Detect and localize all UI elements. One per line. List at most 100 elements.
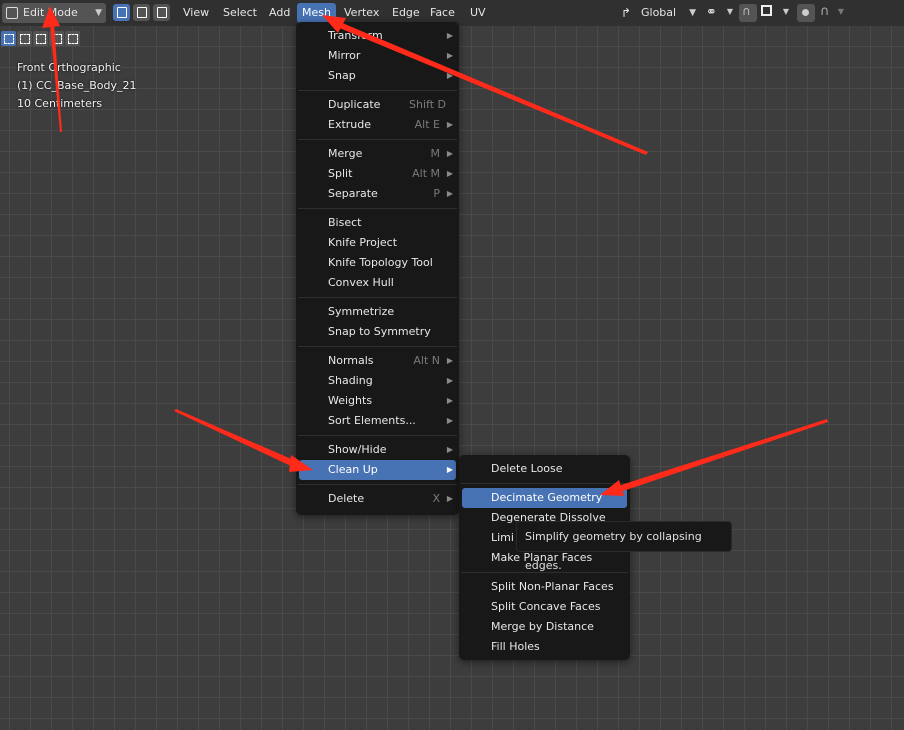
submenu-arrow-icon: ▶ bbox=[446, 31, 453, 40]
submenu-arrow-icon: ▶ bbox=[446, 189, 453, 198]
menu-item-sort-elements[interactable]: Sort Elements... ▶ bbox=[299, 411, 456, 431]
orientation-label: Global bbox=[641, 6, 677, 19]
select-new-button[interactable] bbox=[1, 31, 16, 46]
menu-item-label: Normals bbox=[328, 354, 374, 367]
submenu-arrow-icon: ▶ bbox=[446, 51, 453, 60]
snap-cube-icon bbox=[761, 5, 772, 16]
menu-item-label: Knife Topology Tool bbox=[328, 256, 433, 269]
menu-item-merge[interactable]: Merge M ▶ bbox=[299, 144, 456, 164]
menu-item-split[interactable]: Split Alt M ▶ bbox=[299, 164, 456, 184]
menu-item-shortcut: Alt N bbox=[413, 354, 440, 367]
menu-separator bbox=[298, 484, 457, 485]
menu-item-label: Split Concave Faces bbox=[491, 600, 601, 613]
grid-scale-label: 10 Centimeters bbox=[17, 97, 103, 110]
chevron-down-icon: ▼ bbox=[95, 8, 102, 18]
select-subtract-icon bbox=[36, 34, 46, 44]
menu-item-separate[interactable]: Separate P ▶ bbox=[299, 184, 456, 204]
menu-item-label: Sort Elements... bbox=[328, 414, 416, 427]
menu-item-label: Merge bbox=[328, 147, 363, 160]
select-difference-icon bbox=[52, 34, 62, 44]
menu-item-label: Delete bbox=[328, 492, 365, 505]
menu-item-decimate-geometry[interactable]: Decimate Geometry bbox=[462, 488, 627, 508]
menu-item-symmetrize[interactable]: Symmetrize bbox=[299, 302, 456, 322]
menu-item-split-concave-faces[interactable]: Split Concave Faces bbox=[462, 597, 627, 617]
snap-target-dropdown[interactable]: ▼ bbox=[758, 4, 792, 22]
menu-add[interactable]: Add bbox=[264, 3, 295, 23]
menu-item-delete-loose[interactable]: Delete Loose bbox=[462, 459, 627, 479]
chevron-down-icon: ▼ bbox=[837, 7, 844, 16]
pivot-point-dropdown[interactable]: ⚭ ▼ bbox=[703, 4, 735, 22]
menu-item-snap[interactable]: Snap ▶ bbox=[299, 66, 456, 86]
menu-item-bisect[interactable]: Bisect bbox=[299, 213, 456, 233]
menu-face[interactable]: Face bbox=[425, 3, 460, 23]
transform-orientation-dropdown[interactable]: ↱ Global ▼ bbox=[619, 3, 700, 23]
menu-item-label: Split bbox=[328, 167, 353, 180]
vertex-select-button[interactable] bbox=[113, 4, 130, 21]
menu-item-convex-hull[interactable]: Convex Hull bbox=[299, 273, 456, 293]
submenu-arrow-icon: ▶ bbox=[446, 120, 453, 129]
menu-mesh[interactable]: Mesh bbox=[297, 3, 336, 23]
view-name-label: Front Orthographic bbox=[17, 61, 121, 74]
menu-item-label: Transform bbox=[328, 29, 383, 42]
menu-item-label: Bisect bbox=[328, 216, 362, 229]
object-name-label: (1) CC_Base_Body_21 bbox=[17, 79, 137, 92]
menu-item-label: Fill Holes bbox=[491, 640, 540, 653]
menu-item-split-non-planar-faces[interactable]: Split Non-Planar Faces bbox=[462, 577, 627, 597]
menu-item-knife-topology-tool[interactable]: Knife Topology Tool bbox=[299, 253, 456, 273]
menu-item-merge-by-distance[interactable]: Merge by Distance bbox=[462, 617, 627, 637]
menu-edge[interactable]: Edge bbox=[387, 3, 425, 23]
menu-item-fill-holes[interactable]: Fill Holes bbox=[462, 637, 627, 657]
submenu-arrow-icon: ▶ bbox=[446, 71, 453, 80]
menu-item-mirror[interactable]: Mirror ▶ bbox=[299, 46, 456, 66]
select-extend-button[interactable] bbox=[17, 31, 32, 46]
menu-item-shortcut: Alt M bbox=[412, 167, 440, 180]
mode-label: Edit Mode bbox=[23, 6, 78, 19]
menu-item-clean-up[interactable]: Clean Up ▶ bbox=[299, 460, 456, 480]
falloff-curve-icon: ∩ bbox=[820, 4, 830, 19]
select-difference-button[interactable] bbox=[49, 31, 64, 46]
menu-vertex[interactable]: Vertex bbox=[339, 3, 384, 23]
menu-separator bbox=[298, 346, 457, 347]
edge-select-button[interactable] bbox=[133, 4, 150, 21]
proportional-editing-icon bbox=[802, 9, 809, 16]
menu-uv[interactable]: UV bbox=[465, 3, 491, 23]
menu-item-normals[interactable]: Normals Alt N ▶ bbox=[299, 351, 456, 371]
menu-item-snap-to-symmetry[interactable]: Snap to Symmetry bbox=[299, 322, 456, 342]
menu-item-shortcut: Alt E bbox=[414, 118, 440, 131]
menu-separator bbox=[298, 208, 457, 209]
menu-item-show-hide[interactable]: Show/Hide ▶ bbox=[299, 440, 456, 460]
menu-item-knife-project[interactable]: Knife Project bbox=[299, 233, 456, 253]
menu-item-weights[interactable]: Weights ▶ bbox=[299, 391, 456, 411]
menu-item-duplicate[interactable]: Duplicate Shift D bbox=[299, 95, 456, 115]
menu-item-label: Split Non-Planar Faces bbox=[491, 580, 614, 593]
menu-separator bbox=[298, 139, 457, 140]
submenu-arrow-icon: ▶ bbox=[446, 465, 453, 474]
submenu-arrow-icon: ▶ bbox=[446, 494, 453, 503]
menu-item-label: Duplicate bbox=[328, 98, 381, 111]
menu-item-label: Shading bbox=[328, 374, 373, 387]
menu-item-label: Knife Project bbox=[328, 236, 398, 249]
magnet-icon: ∩ bbox=[742, 4, 751, 18]
snap-toggle[interactable]: ∩ bbox=[739, 4, 757, 22]
menu-item-extrude[interactable]: Extrude Alt E ▶ bbox=[299, 115, 456, 135]
menu-view[interactable]: View bbox=[178, 3, 214, 23]
face-select-button[interactable] bbox=[153, 4, 170, 21]
submenu-arrow-icon: ▶ bbox=[446, 445, 453, 454]
submenu-arrow-icon: ▶ bbox=[446, 149, 453, 158]
annotation-arrow bbox=[618, 419, 828, 492]
select-subtract-button[interactable] bbox=[33, 31, 48, 46]
tooltip: Simplify geometry by collapsing edges. bbox=[516, 521, 732, 572]
menu-item-label: Snap to Symmetry bbox=[328, 325, 431, 338]
menu-item-shading[interactable]: Shading ▶ bbox=[299, 371, 456, 391]
vertex-select-icon bbox=[117, 7, 127, 18]
menu-item-shortcut: P bbox=[433, 187, 440, 200]
select-intersect-button[interactable] bbox=[65, 31, 80, 46]
falloff-dropdown[interactable]: ∩ ▼ bbox=[816, 4, 846, 22]
menu-item-transform[interactable]: Transform ▶ bbox=[299, 26, 456, 46]
edit-mode-icon bbox=[6, 7, 18, 19]
menu-separator bbox=[298, 435, 457, 436]
menu-item-delete[interactable]: Delete X ▶ bbox=[299, 489, 456, 509]
menu-select[interactable]: Select bbox=[218, 3, 262, 23]
proportional-editing-toggle[interactable] bbox=[797, 4, 815, 22]
mode-dropdown[interactable]: Edit Mode ▼ bbox=[2, 3, 106, 23]
